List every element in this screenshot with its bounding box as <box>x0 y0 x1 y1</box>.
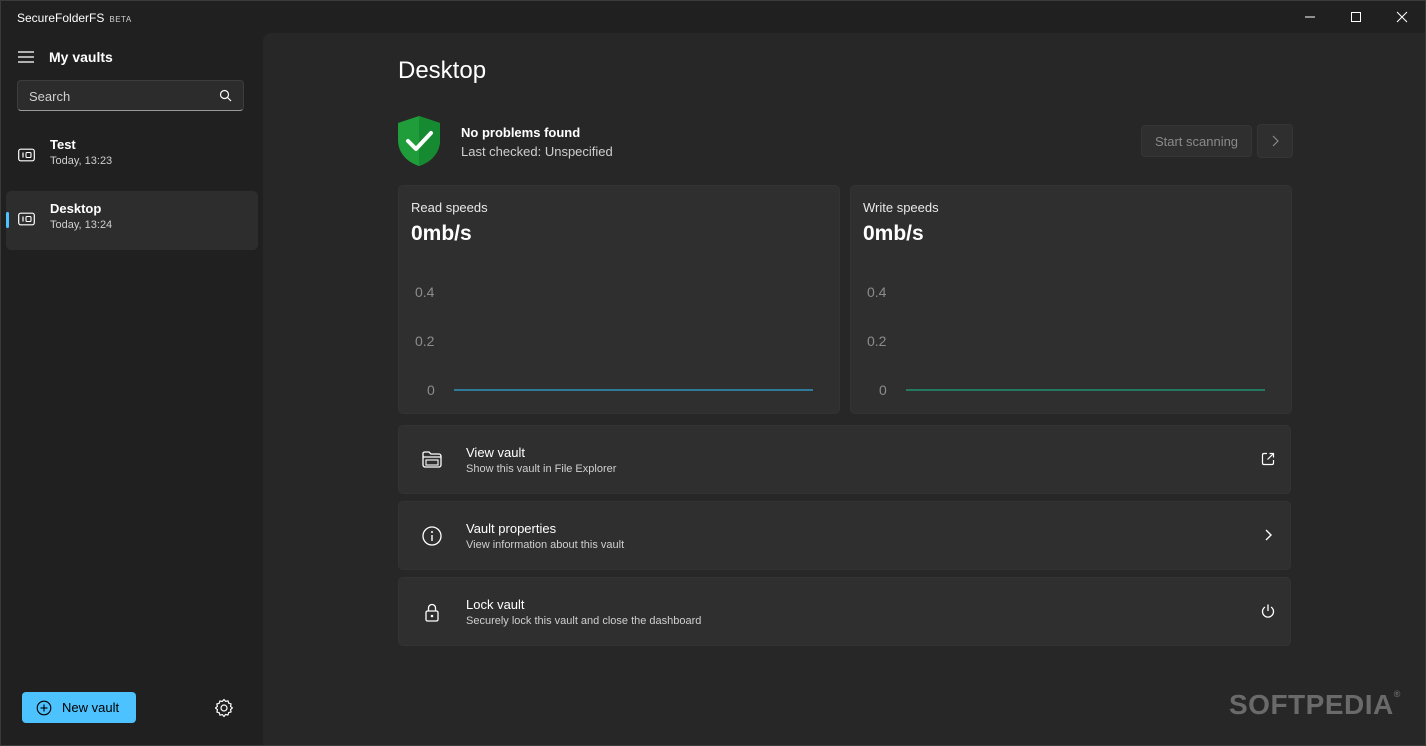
app-window: SecureFolderFS BETA My vaults Search Tes… <box>0 0 1426 746</box>
view-vault-button[interactable]: View vault Show this vault in File Explo… <box>398 425 1291 494</box>
graph-plot: 0.4 0.2 0 <box>415 284 813 398</box>
start-scanning-button[interactable]: Start scanning <box>1141 125 1252 157</box>
vault-name: Desktop <box>50 201 102 216</box>
title-bar: SecureFolderFS BETA <box>1 1 1425 33</box>
chevron-right-icon <box>1265 529 1272 541</box>
read-speed-graph: Read speeds 0mb/s 0.4 0.2 0 <box>398 185 840 414</box>
gear-icon[interactable] <box>213 697 235 719</box>
close-icon <box>1396 11 1408 23</box>
action-title: Vault properties <box>466 521 557 536</box>
health-last-checked: Last checked: Unspecified <box>461 144 613 159</box>
graph-plot: 0.4 0.2 0 <box>867 284 1265 398</box>
search-input[interactable]: Search <box>17 80 244 111</box>
close-button[interactable] <box>1379 1 1425 33</box>
vault-item-test[interactable]: Test Today, 13:23 <box>6 127 258 186</box>
minimize-icon <box>1305 16 1315 18</box>
power-icon <box>1261 604 1275 618</box>
open-external-icon <box>1261 452 1275 466</box>
hamburger-menu-icon[interactable] <box>17 50 35 64</box>
new-vault-label: New vault <box>62 700 120 715</box>
sidebar-title: My vaults <box>49 49 113 65</box>
softpedia-watermark: SOFTPEDIA® <box>1229 689 1401 721</box>
sidebar: My vaults Search Test Today, 13:23 Deskt… <box>1 33 263 745</box>
tick-label: 0 <box>427 382 435 398</box>
watermark-registered-mark: ® <box>1393 689 1401 699</box>
page-title: Desktop <box>398 57 487 84</box>
vault-time: Today, 13:24 <box>50 219 113 231</box>
search-icon[interactable] <box>219 89 232 102</box>
tick-label: 0.4 <box>415 284 435 300</box>
chevron-right-icon <box>1272 135 1279 147</box>
tick-label: 0.2 <box>867 333 887 349</box>
selection-indicator <box>6 212 9 228</box>
action-subtitle: Show this vault in File Explorer <box>466 463 617 475</box>
tick-label: 0 <box>879 382 887 398</box>
graph-title: Read speeds <box>411 200 488 215</box>
app-name: SecureFolderFS <box>17 11 105 25</box>
watermark-text: SOFTPEDIA <box>1229 689 1394 720</box>
main-content: Desktop No problems found Last checked: … <box>263 33 1425 745</box>
maximize-icon <box>1351 12 1361 22</box>
app-title: SecureFolderFS BETA <box>17 11 132 25</box>
add-circle-icon <box>36 700 52 715</box>
health-status-title: No problems found <box>461 125 581 140</box>
vault-icon <box>18 212 35 226</box>
new-vault-button[interactable]: New vault <box>22 692 136 723</box>
lock-icon <box>425 603 439 622</box>
write-speed-graph: Write speeds 0mb/s 0.4 0.2 0 <box>850 185 1292 414</box>
vault-name: Test <box>50 137 76 152</box>
vault-item-desktop[interactable]: Desktop Today, 13:24 <box>6 191 258 250</box>
vault-icon <box>18 148 35 162</box>
tick-label: 0.2 <box>415 333 435 349</box>
minimize-button[interactable] <box>1287 1 1333 33</box>
vault-time: Today, 13:23 <box>50 155 113 167</box>
folder-icon <box>422 451 442 468</box>
graph-value: 0mb/s <box>411 222 472 245</box>
vault-properties-button[interactable]: Vault properties View information about … <box>398 501 1291 570</box>
graph-title: Write speeds <box>863 200 939 215</box>
action-subtitle: Securely lock this vault and close the d… <box>466 615 702 627</box>
action-subtitle: View information about this vault <box>466 539 625 551</box>
beta-badge: BETA <box>109 15 132 24</box>
graph-value: 0mb/s <box>863 222 924 245</box>
health-details-button[interactable] <box>1257 124 1293 158</box>
shield-check-icon <box>398 116 440 166</box>
search-placeholder: Search <box>29 89 71 104</box>
lock-vault-button[interactable]: Lock vault Securely lock this vault and … <box>398 577 1291 646</box>
tick-label: 0.4 <box>867 284 887 300</box>
action-title: Lock vault <box>466 597 525 612</box>
info-icon <box>422 526 442 546</box>
maximize-button[interactable] <box>1333 1 1379 33</box>
action-title: View vault <box>466 445 526 460</box>
